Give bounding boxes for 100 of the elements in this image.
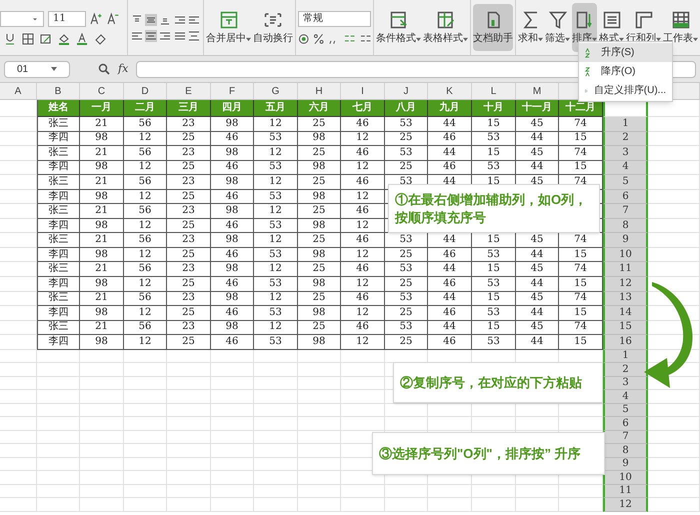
column-header[interactable]: L	[472, 83, 516, 99]
table-cell	[0, 498, 37, 512]
table-cell: 98	[80, 277, 124, 292]
ribbon-button[interactable]: 自动换行	[253, 0, 293, 55]
decrease-font-icon[interactable]	[107, 12, 120, 25]
table-cell: 12	[254, 320, 298, 336]
column-header[interactable]: C	[80, 83, 124, 99]
table-cell: 李四	[37, 218, 80, 234]
number-format-dropdown[interactable]: 常规	[298, 10, 371, 26]
table-cell: 12	[254, 117, 298, 132]
table-cell	[0, 444, 37, 458]
indent-icon[interactable]	[174, 14, 186, 26]
font-color-icon[interactable]	[76, 32, 88, 44]
font-size-field[interactable]: 11	[48, 10, 86, 26]
table-cell: 12	[254, 262, 298, 278]
column-header[interactable]: G	[254, 83, 298, 99]
fill-color-icon[interactable]	[58, 32, 70, 44]
menu-item[interactable]: 升序(S)	[579, 43, 672, 62]
column-header[interactable]: I	[341, 83, 385, 99]
justify-icon[interactable]	[174, 30, 186, 42]
column-header[interactable]: K	[428, 83, 472, 99]
button-label: 表格样式	[423, 34, 463, 44]
table-cell	[341, 484, 385, 498]
table-cell	[211, 471, 254, 485]
increase-decimal-icon[interactable]	[344, 32, 356, 44]
table-cell: 12	[341, 335, 385, 350]
table-cell: 56	[124, 204, 167, 219]
table-cell: 十二月	[559, 100, 603, 117]
table-cell: 15	[472, 262, 516, 278]
currency-icon[interactable]	[298, 32, 310, 44]
increase-font-icon[interactable]	[90, 12, 103, 25]
underline-icon[interactable]	[4, 32, 16, 44]
table-cell: 四月	[211, 100, 254, 117]
table-cell: 46	[341, 117, 385, 132]
table-cell: 46	[428, 248, 472, 262]
distribute-icon[interactable]	[188, 30, 200, 42]
fx-label[interactable]: fx	[118, 60, 128, 78]
eraser-icon[interactable]	[94, 32, 106, 44]
decrease-decimal-icon[interactable]	[360, 32, 372, 44]
table-cell: 12	[124, 160, 167, 176]
table-cell	[124, 471, 167, 485]
table-cell: 25	[298, 175, 341, 190]
table-cell: 张三	[37, 262, 80, 278]
table-cell	[37, 484, 80, 498]
column-header[interactable]: D	[124, 83, 167, 99]
table-cell: 李四	[37, 335, 80, 350]
table-cell: 98	[80, 248, 124, 262]
table-cell	[341, 498, 385, 512]
column-header[interactable]: F	[211, 83, 254, 99]
align-left-icon[interactable]	[131, 30, 144, 42]
ribbon-button[interactable]: 筛选	[545, 3, 570, 52]
ribbon-button[interactable]: 表格样式	[423, 0, 468, 55]
align-center-icon[interactable]	[145, 30, 158, 42]
table-cell: 15	[472, 146, 516, 161]
column-header[interactable]: B	[37, 83, 80, 99]
table-cell	[167, 430, 211, 444]
table-cell	[124, 376, 167, 390]
table-cell	[80, 363, 124, 377]
fill-format-icon[interactable]	[40, 32, 52, 44]
menu-item[interactable]: 降序(O)	[579, 62, 672, 81]
table-cell	[254, 376, 298, 390]
table-cell	[298, 404, 341, 418]
name-box[interactable]: 01	[4, 60, 70, 78]
table-cell: 25	[167, 248, 211, 262]
borders-icon[interactable]	[22, 32, 34, 44]
table-cell	[0, 484, 37, 498]
table-cell: 4	[603, 160, 648, 176]
table-cell: 53	[385, 292, 428, 306]
ribbon-button[interactable]: 求和	[518, 3, 543, 52]
format-icon	[602, 11, 620, 29]
table-cell: 98	[80, 335, 124, 350]
table-cell: 25	[385, 335, 428, 350]
table-cell	[648, 458, 700, 472]
menu-item[interactable]: 自定义排序(U)...	[579, 81, 672, 100]
table-cell: 53	[385, 117, 428, 132]
ribbon-button[interactable]: 条件格式	[376, 0, 421, 55]
column-header[interactable]: A	[0, 83, 37, 99]
table-cell: 23	[167, 175, 211, 190]
column-header[interactable]: M	[516, 83, 559, 99]
table-cell: 23	[167, 262, 211, 278]
percent-icon[interactable]	[313, 32, 325, 44]
column-header[interactable]: J	[385, 83, 428, 99]
table-cell	[298, 430, 341, 444]
outdent-icon[interactable]	[188, 14, 200, 26]
table-cell	[298, 363, 341, 377]
table-cell	[648, 132, 700, 146]
zoom-icon[interactable]	[98, 63, 110, 75]
column-header[interactable]: E	[167, 83, 211, 99]
align-right-icon[interactable]	[159, 30, 172, 42]
table-cell: 46	[428, 306, 472, 321]
ribbon-button[interactable]: 文档助手	[473, 4, 513, 51]
column-header[interactable]: H	[298, 83, 341, 99]
table-cell: 8	[603, 218, 648, 234]
ribbon-button[interactable]: 合并居中	[206, 0, 251, 55]
table-cell	[254, 484, 298, 498]
table-cell	[254, 458, 298, 472]
table-cell: 46	[341, 292, 385, 306]
table-cell: 12	[254, 146, 298, 161]
table-cell: 53	[385, 320, 428, 336]
table-cell	[0, 363, 37, 377]
